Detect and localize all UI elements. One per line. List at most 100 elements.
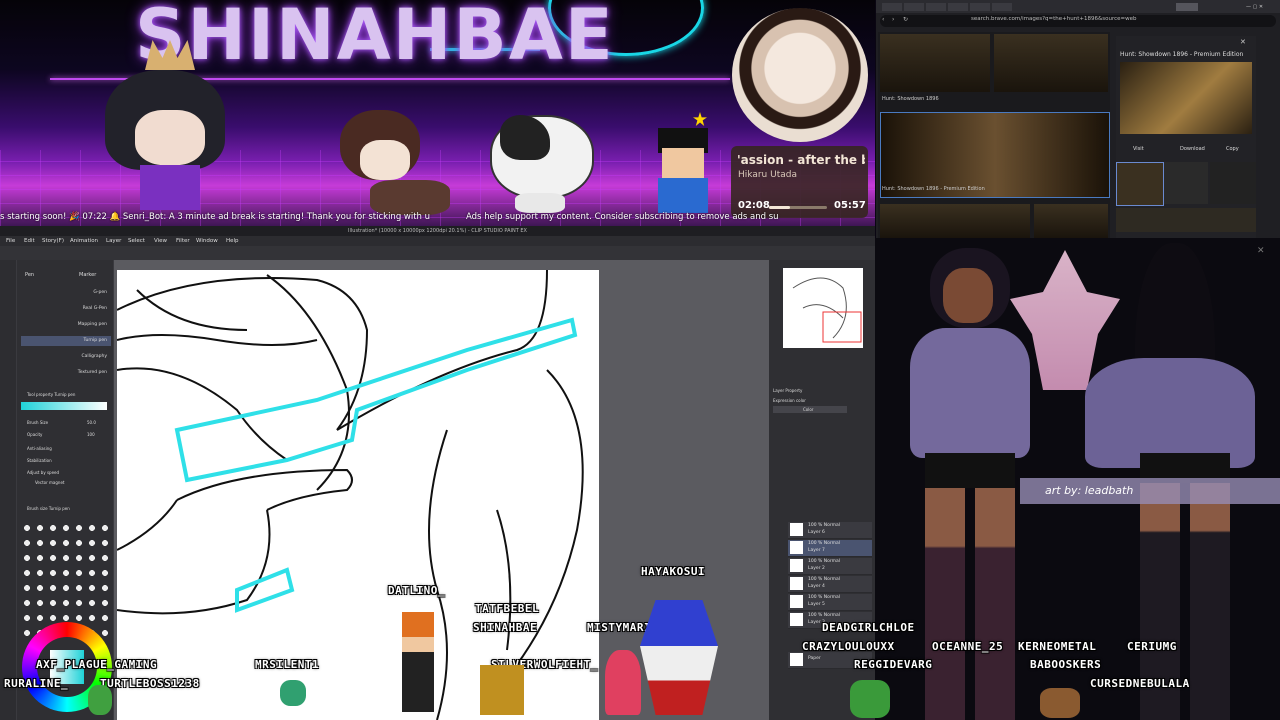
brush-size-palette-header: Brush size Turnip pen [27, 506, 70, 511]
app-title-bar: Illustration* (10000 x 10000px 1200dpi 2… [0, 226, 875, 236]
thumbnail[interactable] [1164, 162, 1208, 204]
brush-item[interactable]: Textured pen [21, 368, 111, 378]
menu-layer[interactable]: Layer [106, 236, 121, 246]
menu-window[interactable]: Window [196, 236, 218, 246]
model-front-hoodie [910, 328, 1030, 458]
brush-item[interactable]: G-pen [21, 288, 111, 298]
chatter-name: CURSEDNEBULALA [1090, 677, 1190, 690]
model-front-leg [975, 488, 1015, 720]
preview-image[interactable] [1120, 62, 1252, 134]
menu-help[interactable]: Help [226, 236, 239, 246]
menu-bar: File Edit Story(F) Animation Layer Selec… [0, 236, 875, 246]
model-back-leg [1190, 483, 1230, 720]
browser-window: — ▢ ✕ search.brave.com/images?q=the+hunt… [876, 0, 1280, 238]
reload-icon[interactable]: ↻ [903, 16, 908, 23]
thumbnail[interactable] [1116, 162, 1164, 206]
brush-item[interactable]: Mapping pen [21, 320, 111, 330]
stream-banner: SHINAHBAE 'assion - after the bc Hikaru … [0, 0, 875, 232]
subtool-tab-pen[interactable]: Pen [25, 272, 34, 278]
ticker-text-2: Ads help support my content. Consider su… [466, 212, 779, 222]
chatter-avatar-sprite [480, 665, 524, 715]
chatter-name: KERNEOMETAL [1018, 640, 1097, 653]
chatter-name: DEADGIRLCHLOE [822, 621, 915, 634]
layer-property-header: Layer Property [773, 388, 803, 393]
expression-color-label: Expression color [773, 398, 806, 403]
chatter-name: BABOOSKERS [1030, 658, 1102, 671]
window-controls[interactable]: — ▢ ✕ [1246, 3, 1263, 11]
menu-story[interactable]: Story(F) [42, 236, 64, 246]
music-album-art [732, 8, 868, 142]
download-button[interactable]: Download [1180, 146, 1205, 152]
chatter-name: CERIUMG [1127, 640, 1177, 653]
result-image[interactable] [1034, 204, 1108, 238]
subtool-tab-marker[interactable]: Marker [79, 272, 96, 278]
adjust-speed-label: Adjust by speed [27, 470, 60, 475]
menu-select[interactable]: Select [128, 236, 145, 246]
brush-preview-stroke [21, 402, 107, 410]
chatter-name: SHINAHBAE [473, 621, 538, 634]
drawing-canvas[interactable] [117, 270, 599, 720]
chibi-body [140, 165, 200, 210]
menu-edit[interactable]: Edit [24, 236, 35, 246]
browser-tab-strip[interactable]: — ▢ ✕ [876, 0, 1280, 13]
menu-filter[interactable]: Filter [176, 236, 190, 246]
browser-tab[interactable] [948, 3, 968, 11]
forward-icon[interactable]: › [892, 16, 894, 23]
layer-row[interactable]: 100 % Normal Layer 5 [788, 594, 872, 611]
back-icon[interactable]: ‹ [882, 16, 884, 23]
vector-magnet-label: Vector magnet [35, 480, 65, 485]
chatter-name: CRAZYLOULOUXX [802, 640, 895, 653]
chibi-cow-character [475, 105, 605, 215]
layer-row[interactable]: 100 % Normal Layer 6 [788, 522, 872, 539]
address-url: search.brave.com/images?q=the+hunt+1896&… [971, 16, 1137, 22]
brush-size-label: Brush Size [27, 420, 49, 425]
menu-file[interactable]: File [6, 236, 15, 246]
browser-tab[interactable] [970, 3, 990, 11]
close-icon[interactable]: ✕ [1240, 38, 1246, 46]
stabilization-label: Stabilization [27, 458, 52, 463]
navigator-preview[interactable] [783, 268, 863, 348]
chibi-character-2 [320, 100, 460, 215]
tool-palette[interactable] [0, 260, 16, 720]
brush-item[interactable]: Real G-Pen [21, 304, 111, 314]
chatter-name: TURTLEBOSS1238 [100, 677, 200, 690]
thumbnail[interactable] [1210, 162, 1256, 204]
layer-row-selected[interactable]: 100 % Normal Layer 7 [788, 540, 872, 557]
image-preview-panel: ✕ [1116, 36, 1256, 238]
clip-studio-window: Illustration* (10000 x 10000px 1200dpi 2… [0, 226, 875, 720]
result-image[interactable] [880, 204, 1030, 238]
art-credit: art by: leadbath [1045, 484, 1134, 497]
result-caption: Hunt: Showdown 1896 [882, 96, 939, 102]
chatter-name: HAYAKOSUI [641, 565, 706, 578]
alert-ticker: s starting soon! 🎉 07:22 🔔 Senri_Bot: A … [0, 209, 875, 225]
menu-view[interactable]: View [154, 236, 167, 246]
browser-tab[interactable] [904, 3, 924, 11]
song-artist: Hikaru Utada [738, 170, 797, 180]
brush-item-selected[interactable]: Turnip pen [21, 336, 111, 346]
visit-button[interactable]: Visit [1133, 146, 1144, 152]
image-results [878, 32, 1110, 238]
brush-size-value[interactable]: 50.0 [87, 420, 96, 425]
browser-tab-active[interactable] [1176, 3, 1198, 11]
brush-item[interactable]: Calligraphy [21, 352, 111, 362]
star-icon [693, 112, 707, 126]
layer-row[interactable]: 100 % Normal Layer 2 [788, 558, 872, 575]
browser-tab[interactable] [926, 3, 946, 11]
layer-row[interactable]: 100 % Normal Layer 4 [788, 576, 872, 593]
tool-property-header: Tool property Turnip pen [27, 392, 76, 397]
lineart-sketch [117, 270, 584, 720]
result-image[interactable] [880, 34, 990, 92]
browser-tab[interactable] [992, 3, 1012, 11]
expression-color-select[interactable]: Color [773, 406, 847, 413]
thumbnail-row[interactable] [1116, 208, 1256, 232]
pixel-character [648, 112, 718, 213]
menu-animation[interactable]: Animation [70, 236, 98, 246]
browser-tab[interactable] [882, 3, 902, 11]
chatter-avatar-sprite [640, 600, 718, 715]
close-icon[interactable]: ✕ [1257, 246, 1265, 256]
opacity-value[interactable]: 100 [87, 432, 95, 437]
result-image[interactable] [994, 34, 1108, 92]
command-bar[interactable] [0, 246, 875, 260]
copy-button[interactable]: Copy [1226, 146, 1239, 152]
chibi-face [135, 110, 205, 165]
